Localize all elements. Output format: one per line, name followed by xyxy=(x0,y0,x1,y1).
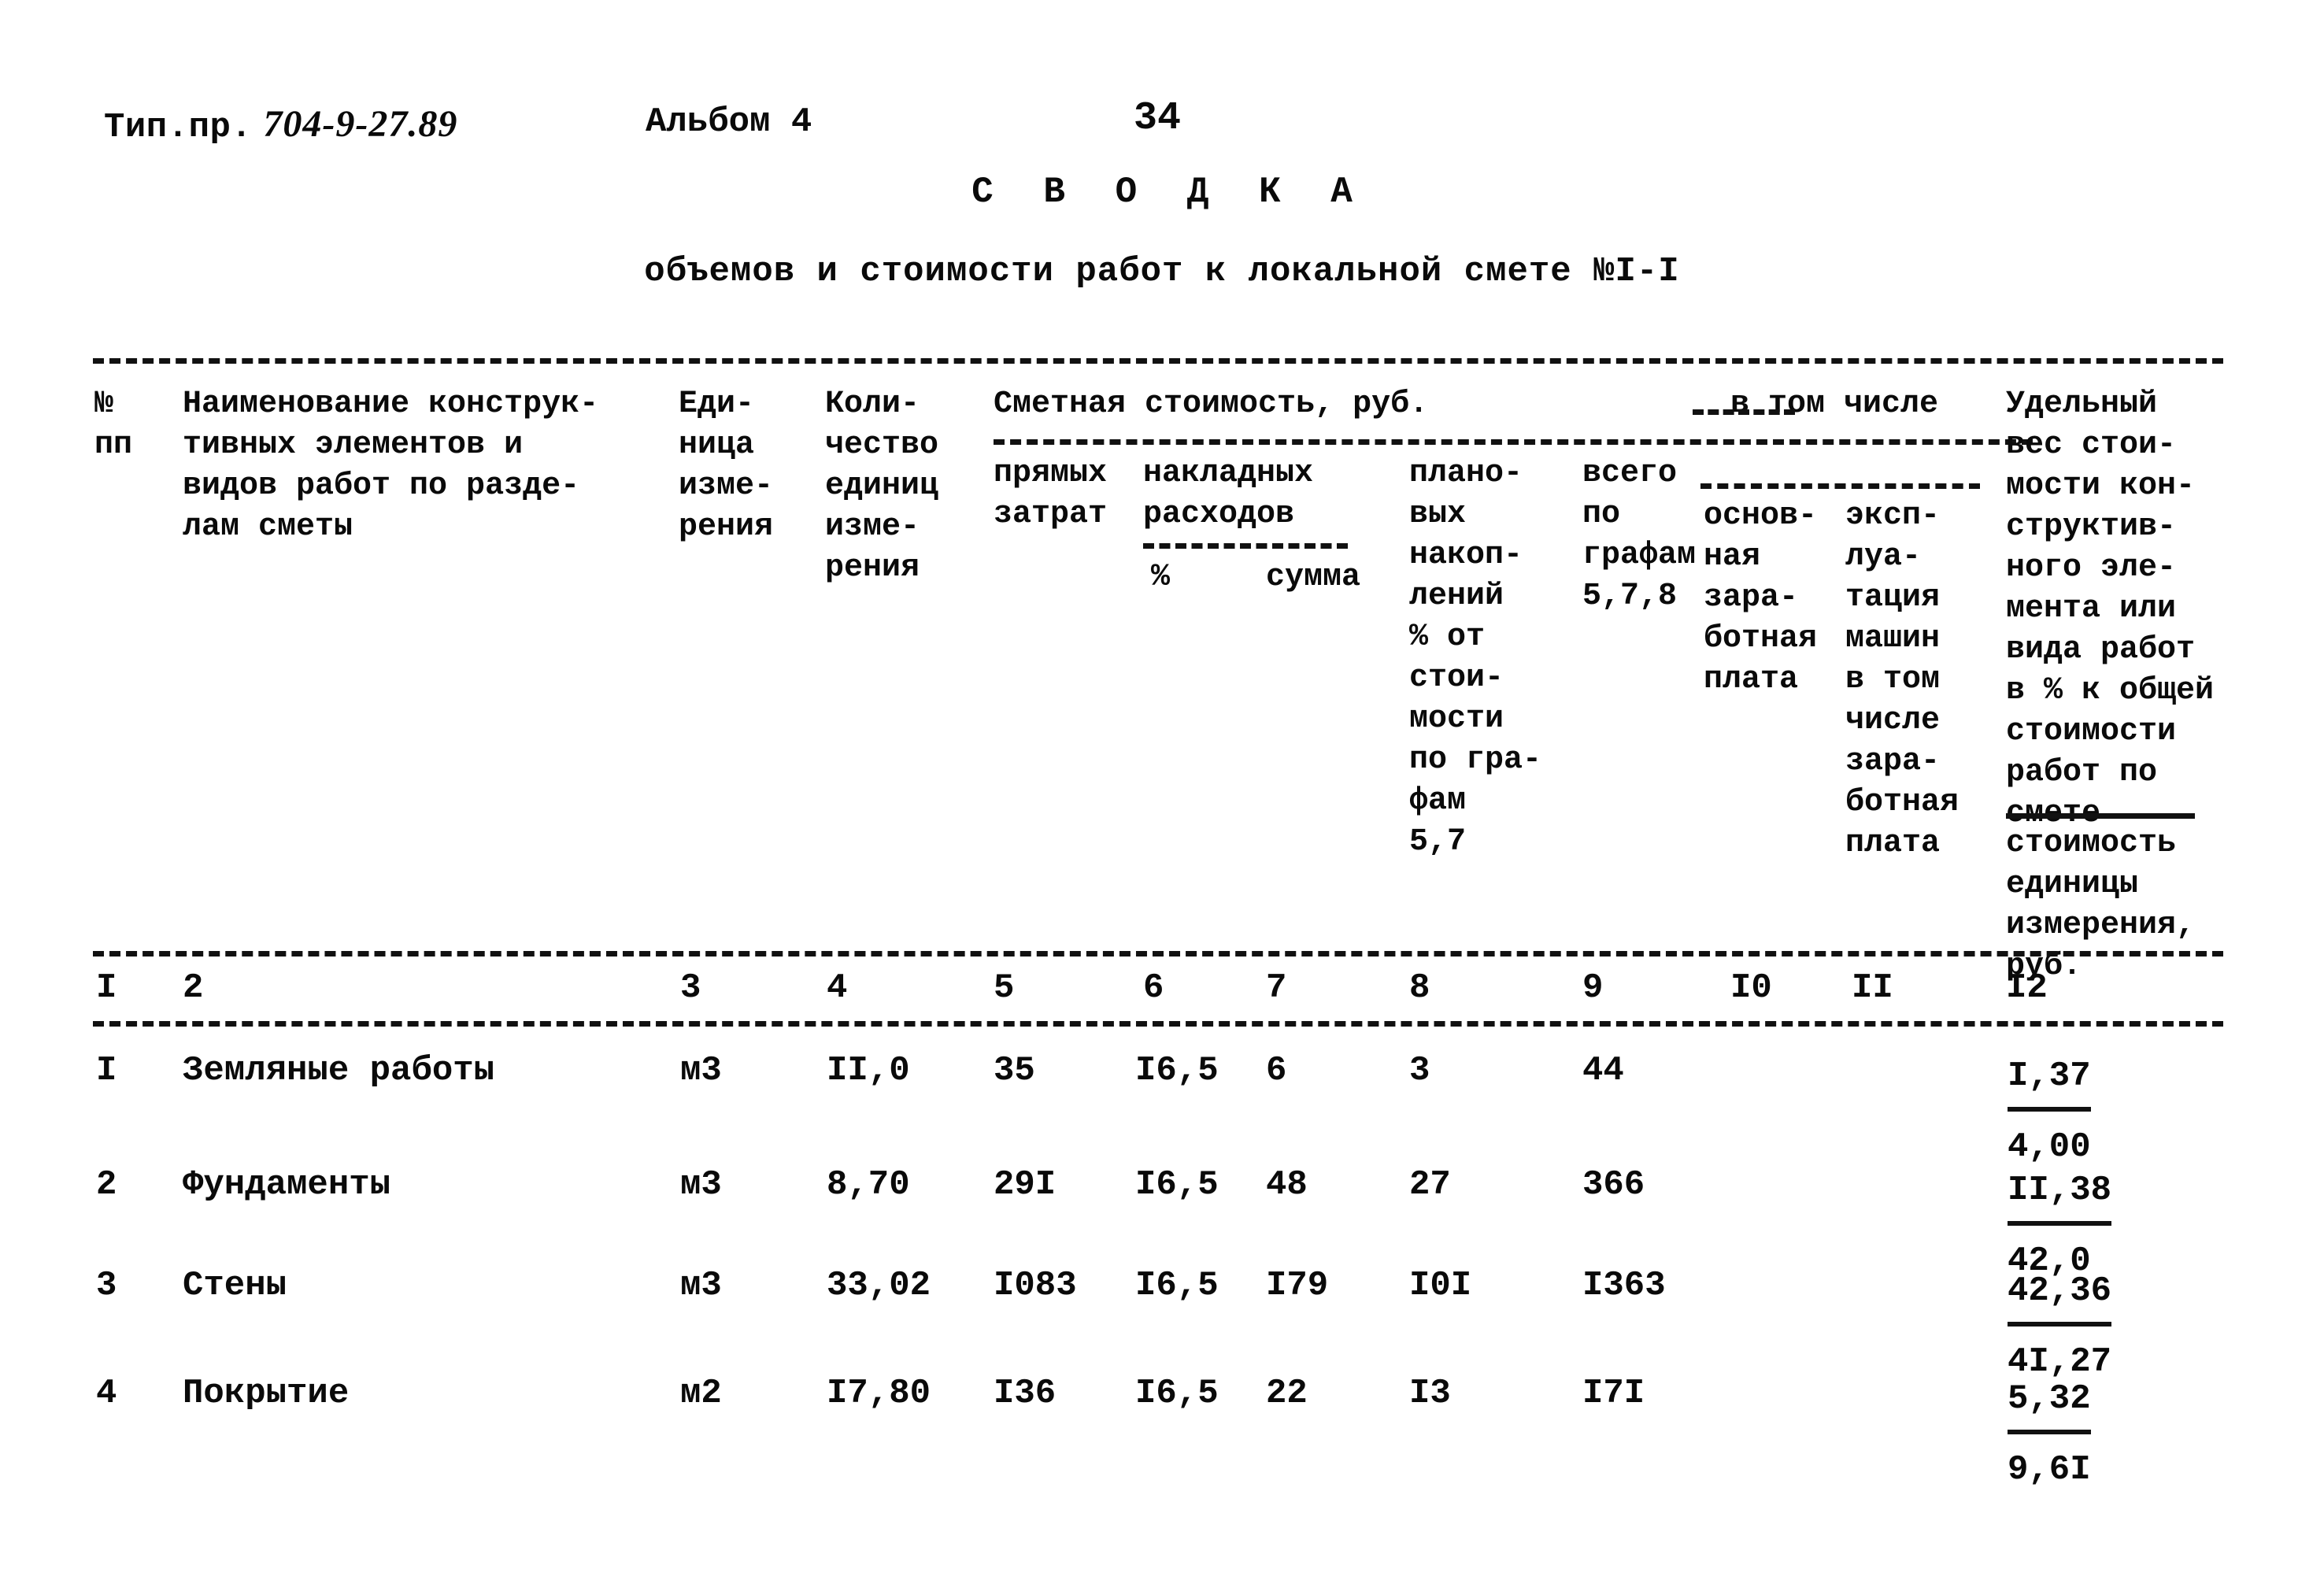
row-overhead-sum: 22 xyxy=(1266,1374,1308,1413)
header-col-12-bottom: стоимость единицы измерения, руб. xyxy=(2006,826,2196,984)
header-col-10: основ- ная зара- ботная плата xyxy=(1704,498,1818,697)
header-col-11: эксп- луа- тация машин в том числе зара-… xyxy=(1845,498,1959,861)
header-col-12-top: Удельный вес стои- мости кон- структив- … xyxy=(2006,387,2215,831)
row-name: Земляные работы xyxy=(183,1051,495,1090)
table-top-rule xyxy=(93,358,2223,364)
group-estimated-cost-rule xyxy=(994,439,2033,445)
row-share-pct: 42,36 xyxy=(2008,1262,2112,1327)
row-overhead-sum: I79 xyxy=(1266,1266,1329,1305)
row-overhead-pct: I6,5 xyxy=(1135,1374,1219,1413)
header-col-2: Наименование конструк- тивных элементов … xyxy=(183,387,599,545)
project-reference: Тип.пр. 704-9-27.89 xyxy=(104,102,457,147)
row-overhead-pct: I6,5 xyxy=(1135,1165,1219,1204)
header-col-8: плано- вых накоп- лений % от стои- мости… xyxy=(1409,456,1542,860)
column-number-1: I xyxy=(96,968,117,1008)
row-unit: м2 xyxy=(680,1374,722,1413)
row-planned-savings: I0I xyxy=(1409,1266,1472,1305)
column-number-3: 3 xyxy=(680,968,701,1008)
row-unit-cost: 9,6I xyxy=(2008,1450,2091,1489)
header-col-12-divider xyxy=(2006,813,2195,819)
row-unit: м3 xyxy=(680,1266,722,1305)
row-direct-cost: I083 xyxy=(994,1266,1077,1305)
column-number-11: II xyxy=(1852,968,1893,1008)
page-number: 34 xyxy=(1134,96,1182,141)
header-col-5: прямых затрат xyxy=(994,456,1108,532)
row-name: Фундаменты xyxy=(183,1165,391,1204)
row-share-pct: I,37 xyxy=(2008,1047,2091,1112)
row-total: I7I xyxy=(1582,1374,1645,1413)
row-planned-savings: 27 xyxy=(1409,1165,1451,1204)
row-total: I363 xyxy=(1582,1266,1666,1305)
row-share-pct: 5,32 xyxy=(2008,1370,2091,1434)
row-direct-cost: I36 xyxy=(994,1374,1057,1413)
column-numbers-top-rule xyxy=(93,951,2223,957)
header-col-7: сумма xyxy=(1266,560,1361,595)
row-quantity: II,0 xyxy=(827,1051,910,1090)
row-quantity: 8,70 xyxy=(827,1165,910,1204)
header-col-4: Коли- чество единиц изме- рения xyxy=(825,387,939,586)
row-number: 2 xyxy=(96,1165,117,1204)
row-direct-cost: 35 xyxy=(994,1051,1035,1090)
column-number-4: 4 xyxy=(827,968,848,1008)
row-planned-savings: 3 xyxy=(1409,1051,1430,1090)
header-col-6-7-group: накладных расходов xyxy=(1143,456,1314,532)
row-overhead-pct: I6,5 xyxy=(1135,1051,1219,1090)
header-group-included: в том числе xyxy=(1730,387,1939,422)
included-group-bottom-rule xyxy=(1700,483,1980,489)
row-total: 366 xyxy=(1582,1165,1645,1204)
header-col-1: № пп xyxy=(94,387,133,463)
header-col-6: % xyxy=(1151,560,1171,595)
row-name: Покрытие xyxy=(183,1374,350,1413)
row-share-pct: II,38 xyxy=(2008,1161,2112,1226)
column-number-12: I2 xyxy=(2006,968,2048,1008)
row-name: Стены xyxy=(183,1266,287,1305)
project-label: Тип.пр. xyxy=(104,108,253,147)
document-page: Тип.пр. 704-9-27.89 Альбом 4 34 С В О Д К… xyxy=(0,0,2324,1580)
column-number-9: 9 xyxy=(1582,968,1604,1008)
row-number: 4 xyxy=(96,1374,117,1413)
column-number-6: 6 xyxy=(1143,968,1164,1008)
row-quantity: 33,02 xyxy=(827,1266,931,1305)
row-quantity: I7,80 xyxy=(827,1374,931,1413)
row-unit: м3 xyxy=(680,1051,722,1090)
album-label: Альбом 4 xyxy=(646,102,812,142)
row-share-fraction: 5,32 9,6I xyxy=(2008,1370,2091,1499)
row-direct-cost: 29I xyxy=(994,1165,1057,1204)
column-number-7: 7 xyxy=(1266,968,1287,1008)
column-number-2: 2 xyxy=(183,968,204,1008)
page-header: Тип.пр. 704-9-27.89 Альбом 4 34 xyxy=(0,96,2324,150)
column-numbers-bottom-rule xyxy=(93,1021,2223,1027)
row-number: 3 xyxy=(96,1266,117,1305)
row-overhead-sum: 6 xyxy=(1266,1051,1287,1090)
column-number-8: 8 xyxy=(1409,968,1430,1008)
included-group-top-rule xyxy=(1693,409,1795,415)
row-planned-savings: I3 xyxy=(1409,1374,1451,1413)
row-overhead-sum: 48 xyxy=(1266,1165,1308,1204)
row-number: I xyxy=(96,1051,117,1090)
page-title: С В О Д К А xyxy=(971,172,1367,213)
column-number-10: I0 xyxy=(1730,968,1772,1008)
page-subtitle: объемов и стоимости работ к локальной см… xyxy=(644,252,1680,291)
overhead-group-rule xyxy=(1143,543,1348,549)
header-col-3: Еди- ница изме- рения xyxy=(679,387,774,545)
column-number-5: 5 xyxy=(994,968,1015,1008)
row-overhead-pct: I6,5 xyxy=(1135,1266,1219,1305)
row-share-fraction: I,37 4,00 xyxy=(2008,1047,2091,1176)
project-code: 704-9-27.89 xyxy=(263,103,458,145)
row-unit: м3 xyxy=(680,1165,722,1204)
row-total: 44 xyxy=(1582,1051,1624,1090)
